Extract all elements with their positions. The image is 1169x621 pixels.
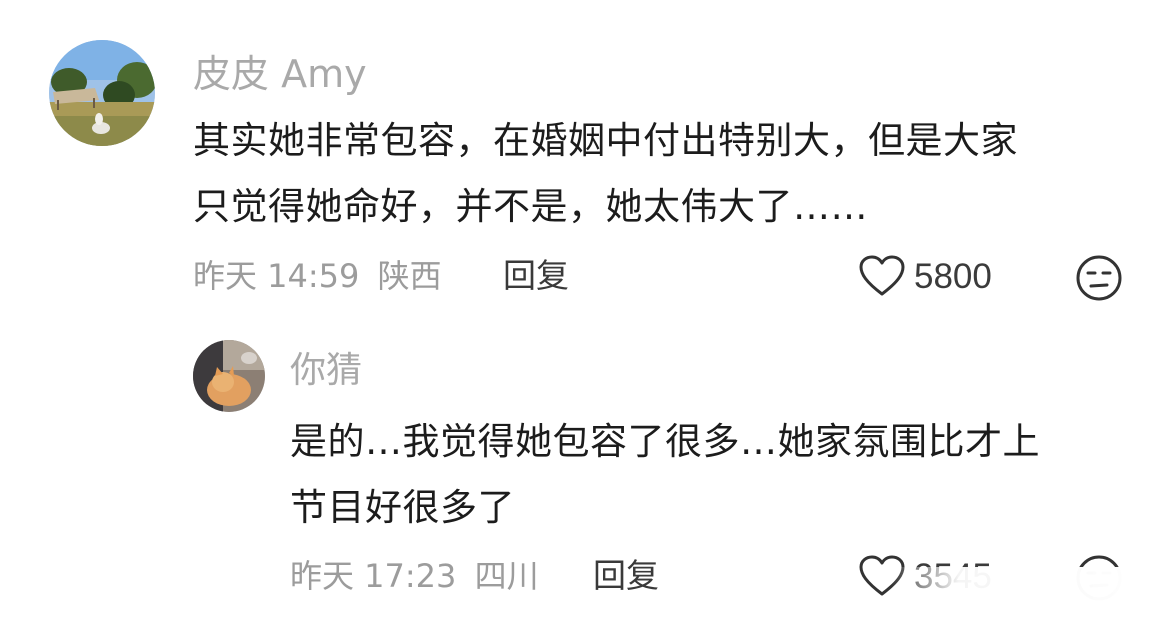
username[interactable]: 你猜 [290, 353, 362, 389]
watermark-overlay [891, 567, 1161, 617]
comment-text-line: 其实她非常包容，在婚姻中付出特别大，但是大家 [193, 119, 1018, 162]
avatar[interactable] [193, 340, 265, 412]
comment-meta: 昨天 17:23 四川 [290, 560, 539, 592]
comment-meta: 昨天 14:59 陕西 [193, 260, 442, 292]
comment-time: 昨天 14:59 [193, 257, 360, 295]
unamused-face-icon[interactable] [1075, 254, 1123, 306]
comment-text-line: 节目好很多了 [290, 486, 515, 529]
cat-photo-avatar-icon [193, 340, 265, 412]
comment-location: 陕西 [377, 257, 442, 295]
avatar[interactable] [49, 40, 155, 146]
heart-icon [859, 255, 905, 296]
comment-location: 四川 [474, 557, 539, 595]
landscape-photo-avatar-icon [49, 40, 155, 146]
comment-text-line: 是的…我觉得她包容了很多…她家氛围比才上 [290, 420, 1040, 463]
reply-button[interactable]: 回复 [503, 259, 569, 292]
username[interactable]: 皮皮 Amy [193, 55, 367, 93]
comment-text-line: 只觉得她命好，并不是，她太伟大了…… [193, 185, 868, 228]
reply-button[interactable]: 回复 [593, 559, 659, 592]
comment-text: 其实她非常包容，在婚姻中付出特别大，但是大家 只觉得她命好，并不是，她太伟大了…… [193, 108, 1018, 240]
like-button[interactable]: 5800 [858, 254, 992, 298]
comment-time: 昨天 17:23 [290, 557, 457, 595]
like-count: 5800 [914, 256, 992, 296]
comment-text: 是的…我觉得她包容了很多…她家氛围比才上 节目好很多了 [290, 409, 1040, 541]
